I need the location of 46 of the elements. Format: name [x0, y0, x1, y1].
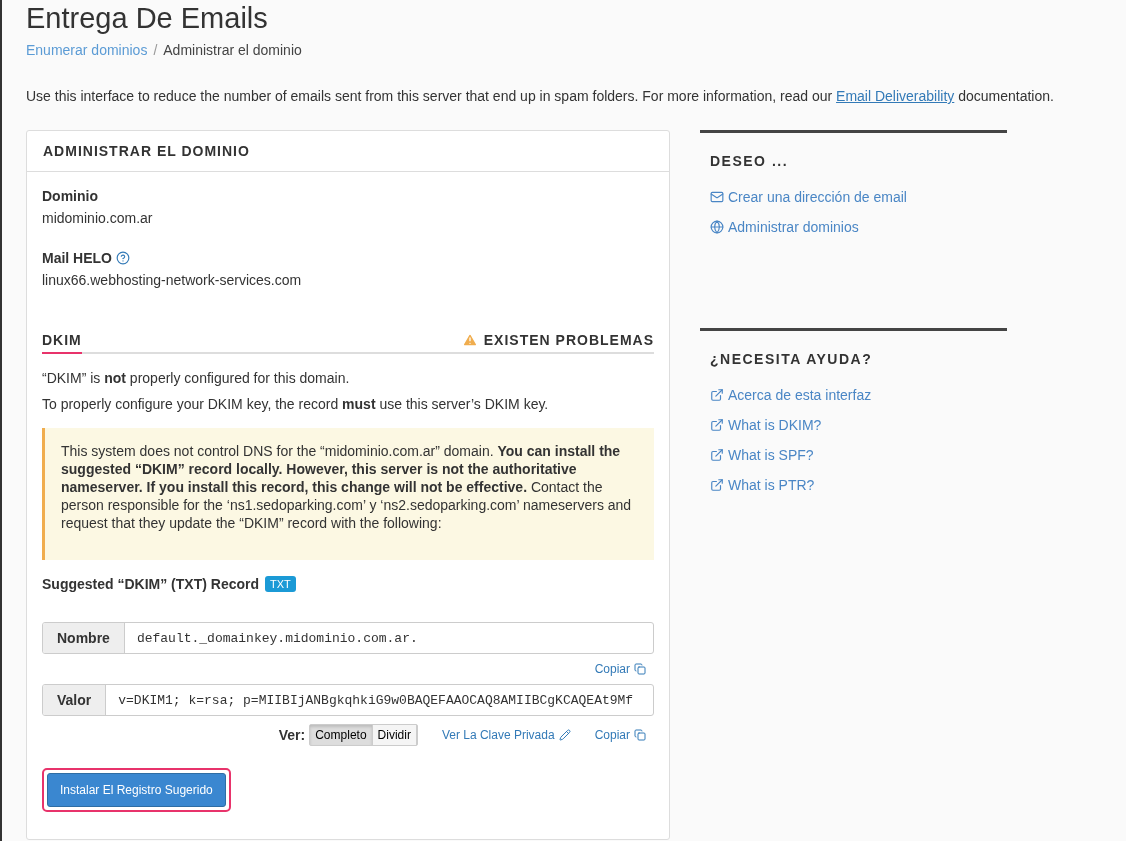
record-label: Suggested “DKIM” (TXT) Record [42, 576, 259, 592]
globe-icon [710, 220, 724, 234]
status-text: EXISTEN PROBLEMAS [483, 332, 654, 348]
copy-link[interactable]: Copiar [594, 728, 646, 742]
sidebar-link[interactable]: What is DKIM? [710, 417, 997, 433]
pencil-icon [558, 729, 571, 741]
status-message: “DKIM” is not properly configured for this domain. [42, 370, 351, 386]
mail-icon [710, 190, 724, 204]
help-icon[interactable] [116, 251, 130, 265]
sidebar-link[interactable]: What is PTR? [710, 477, 997, 493]
status-message: To properly configure your DKIM key, the record must use this server’s DKIM key. [42, 396, 550, 412]
sidebar-link[interactable]: Administrar dominios [710, 219, 997, 235]
field-value: midominio.com.ar [42, 210, 154, 226]
external-link-icon [710, 478, 724, 492]
view-label: Ver: [278, 727, 306, 743]
private-key-link[interactable]: Ver La Clave Privada [441, 728, 571, 742]
section-title: ¿NECESITA AYUDA? [710, 351, 874, 367]
field-label: Mail HELO [42, 250, 112, 266]
warning-icon [461, 332, 478, 348]
copy-icon [634, 663, 646, 675]
view-toggle[interactable]: Dividir [372, 725, 417, 745]
sidebar-link[interactable]: What is SPF? [710, 447, 997, 463]
panel-title: ADMINISTRAR EL DOMINIO [27, 131, 669, 172]
external-link-icon [710, 388, 724, 402]
field-value: linux66.webhosting-network-services.com [42, 272, 303, 288]
name-field[interactable]: Nombre default._domainkey.midominio.com.ar. [42, 622, 654, 654]
field-label: Dominio [42, 188, 98, 204]
copy-icon [634, 729, 646, 741]
view-toggle[interactable]: Completo [310, 725, 373, 745]
breadcrumb-separator: / [153, 42, 158, 58]
section-title: DESEO ... [710, 153, 790, 169]
warning-alert: This system does not control DNS for the “midominio.com.ar” domain. You can install the suggested “DKIM” record locally. However, this server is not the authoritative nameserver. If you install this record, this change will not be effective. Contact the person responsible for the ‘ns1.sedoparking.com’ y ‘ns2.sedoparking.com’ nameservers and request that they update the “DKIM” record with the following: [42, 428, 654, 560]
record-type-badge: TXT [265, 576, 296, 592]
sidebar-link[interactable]: Crear una dirección de email [710, 189, 997, 205]
breadcrumb-link[interactable]: Enumerar dominios [26, 42, 148, 58]
dkim-tab[interactable]: DKIM [42, 332, 82, 354]
external-link-icon [710, 448, 724, 462]
sidebar-link[interactable]: Acerca de esta interfaz [710, 387, 997, 403]
breadcrumb-current: Administrar el dominio [163, 42, 302, 58]
external-link-icon [710, 418, 724, 432]
value-field[interactable]: Valor v=DKIM1; k=rsa; p=MIIBIjANBgkqhkiG9w0BAQEFAAOCAQ8AMIIBCgKCAQEAt9Mf [42, 684, 654, 716]
deliverability-link[interactable]: Email Deliverability [836, 88, 955, 104]
page-title: Entrega De Emails [26, 2, 269, 34]
install-button[interactable]: Instalar El Registro Sugerido [47, 773, 226, 807]
copy-link[interactable]: Copiar [594, 662, 646, 676]
intro-text: Use this interface to reduce the number of emails sent from this server that end up in spam folders. For more information, read our Email Deliverability documentation. [26, 88, 1055, 104]
